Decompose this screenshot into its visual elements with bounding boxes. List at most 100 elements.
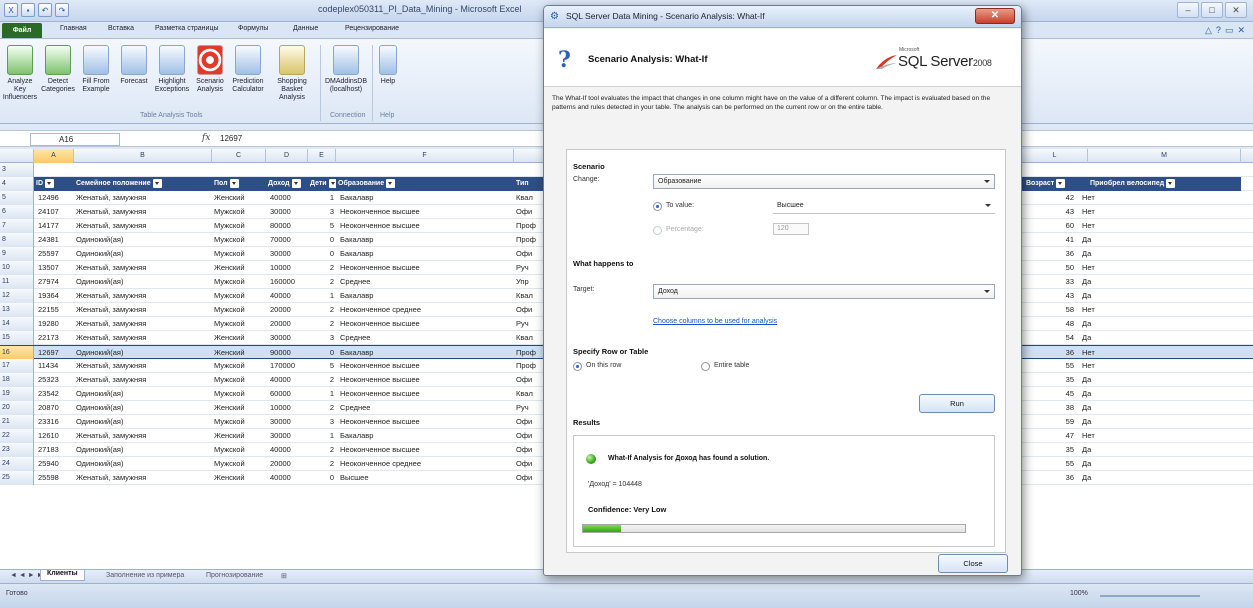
- table-cell-income[interactable]: 30000: [266, 429, 308, 443]
- table-cell-type[interactable]: Квал: [514, 191, 544, 205]
- filter-dropdown-icon[interactable]: [45, 178, 54, 188]
- fx-icon[interactable]: fx: [202, 133, 210, 143]
- table-cell-id[interactable]: 12610: [34, 429, 74, 443]
- table-cell-sex[interactable]: Мужской: [212, 247, 266, 261]
- table-cell-edu[interactable]: Высшее: [336, 471, 514, 485]
- analyze-key-influencers-button[interactable]: Analyze Key Influencers: [2, 45, 38, 102]
- table-cell-marital[interactable]: Женатый, замужняя: [74, 289, 212, 303]
- table-cell-bought[interactable]: Да: [1078, 457, 1138, 471]
- dialog-close-icon[interactable]: ✕: [975, 8, 1015, 24]
- table-cell-marital[interactable]: Женатый, замужняя: [74, 429, 212, 443]
- table-cell-sex[interactable]: Женский: [212, 471, 266, 485]
- table-cell-sex[interactable]: Мужской: [212, 303, 266, 317]
- header-type[interactable]: Тип: [514, 177, 544, 191]
- table-cell-marital[interactable]: Женатый, замужняя: [74, 331, 212, 345]
- table-cell-edu[interactable]: Неоконченное высшее: [336, 261, 514, 275]
- table-cell-id[interactable]: 11434: [34, 359, 74, 373]
- table-cell-income[interactable]: 70000: [266, 233, 308, 247]
- table-cell-type[interactable]: Проф: [514, 233, 544, 247]
- table-cell-edu[interactable]: Среднее: [336, 401, 514, 415]
- row-number[interactable]: 9: [0, 247, 34, 261]
- table-cell-income[interactable]: 30000: [266, 247, 308, 261]
- tab-review[interactable]: Рецензирование: [345, 25, 399, 32]
- table-cell-type[interactable]: Руч: [514, 401, 544, 415]
- undo-icon[interactable]: ↶: [38, 3, 52, 17]
- table-cell-id[interactable]: 23316: [34, 415, 74, 429]
- row-number[interactable]: 3: [0, 163, 34, 177]
- table-cell-kids[interactable]: 2: [308, 275, 336, 289]
- row-number[interactable]: 18: [0, 373, 34, 387]
- column-header-c[interactable]: C: [212, 149, 266, 163]
- table-cell-type[interactable]: Офи: [514, 373, 544, 387]
- table-cell-edu[interactable]: Неоконченное среднее: [336, 303, 514, 317]
- table-cell-kids[interactable]: 1: [308, 429, 336, 443]
- table-cell-type[interactable]: Квал: [514, 289, 544, 303]
- table-cell-id[interactable]: 25597: [34, 247, 74, 261]
- table-cell-type[interactable]: Офи: [514, 443, 544, 457]
- tab-file[interactable]: Файл: [2, 23, 42, 38]
- forecast-button[interactable]: Forecast: [116, 45, 152, 86]
- header-id[interactable]: ID: [34, 177, 74, 191]
- table-cell-marital[interactable]: Женатый, замужняя: [74, 359, 212, 373]
- table-cell-bought[interactable]: Нет: [1078, 346, 1138, 360]
- table-cell-id[interactable]: 23542: [34, 387, 74, 401]
- table-cell-kids[interactable]: 3: [308, 205, 336, 219]
- help-button[interactable]: Help: [376, 45, 400, 86]
- row-number[interactable]: 17: [0, 359, 34, 373]
- run-button[interactable]: Run: [919, 394, 995, 413]
- table-cell-type[interactable]: Офи: [514, 205, 544, 219]
- table-cell-bought[interactable]: Да: [1078, 247, 1138, 261]
- table-cell-kids[interactable]: 5: [308, 359, 336, 373]
- table-cell-bought[interactable]: Да: [1078, 233, 1138, 247]
- table-cell-age[interactable]: 35: [1022, 373, 1076, 387]
- table-cell-sex[interactable]: Женский: [212, 191, 266, 205]
- minimize-ribbon-icon[interactable]: △: [1205, 25, 1212, 36]
- table-cell-sex[interactable]: Мужской: [212, 415, 266, 429]
- table-cell-age[interactable]: 36: [1022, 471, 1076, 485]
- table-cell-bought[interactable]: Нет: [1078, 191, 1138, 205]
- highlight-exceptions-button[interactable]: Highlight Exceptions: [154, 45, 190, 94]
- table-cell-kids[interactable]: 3: [308, 415, 336, 429]
- header-kids[interactable]: Дети: [308, 177, 336, 191]
- table-cell-kids[interactable]: 0: [308, 471, 336, 485]
- table-cell-sex[interactable]: Женский: [212, 429, 266, 443]
- zoom-slider[interactable]: [1100, 595, 1200, 597]
- zoom-level[interactable]: 100%: [1070, 590, 1088, 597]
- header-education[interactable]: Образование: [336, 177, 514, 191]
- table-cell-id[interactable]: 13507: [34, 261, 74, 275]
- column-header-l[interactable]: L: [1022, 149, 1088, 163]
- table-cell-age[interactable]: 33: [1022, 275, 1076, 289]
- row-number[interactable]: 24: [0, 457, 34, 471]
- table-cell-marital[interactable]: Женатый, замужняя: [74, 205, 212, 219]
- table-cell-income[interactable]: 60000: [266, 387, 308, 401]
- table-cell-age[interactable]: 43: [1022, 289, 1076, 303]
- table-cell-age[interactable]: 41: [1022, 233, 1076, 247]
- detect-categories-button[interactable]: Detect Categories: [40, 45, 76, 94]
- table-cell-income[interactable]: 20000: [266, 303, 308, 317]
- table-cell-marital[interactable]: Женатый, замужняя: [74, 191, 212, 205]
- table-cell-sex[interactable]: Женский: [212, 401, 266, 415]
- table-cell-type[interactable]: Проф: [514, 359, 544, 373]
- table-cell-id[interactable]: 12697: [34, 346, 74, 360]
- table-cell-type[interactable]: Офи: [514, 303, 544, 317]
- table-cell-bought[interactable]: Да: [1078, 471, 1138, 485]
- entire-table-radio[interactable]: [701, 362, 710, 371]
- table-cell-sex[interactable]: Мужской: [212, 233, 266, 247]
- table-cell-kids[interactable]: 2: [308, 401, 336, 415]
- table-cell-sex[interactable]: Женский: [212, 331, 266, 345]
- column-header-f[interactable]: F: [336, 149, 514, 163]
- column-header-e[interactable]: E: [308, 149, 336, 163]
- table-cell-kids[interactable]: 2: [308, 443, 336, 457]
- table-cell-age[interactable]: 36: [1022, 247, 1076, 261]
- table-cell-age[interactable]: 50: [1022, 261, 1076, 275]
- row-number[interactable]: 22: [0, 429, 34, 443]
- table-cell-id[interactable]: 27183: [34, 443, 74, 457]
- table-cell-type[interactable]: Квал: [514, 387, 544, 401]
- table-cell-age[interactable]: 59: [1022, 415, 1076, 429]
- table-cell-kids[interactable]: 0: [308, 233, 336, 247]
- table-cell-kids[interactable]: 0: [308, 247, 336, 261]
- table-cell-marital[interactable]: Женатый, замужняя: [74, 303, 212, 317]
- table-cell-sex[interactable]: Мужской: [212, 457, 266, 471]
- table-cell-marital[interactable]: Женатый, замужняя: [74, 219, 212, 233]
- header-bought[interactable]: Приобрел велосипед: [1088, 177, 1241, 191]
